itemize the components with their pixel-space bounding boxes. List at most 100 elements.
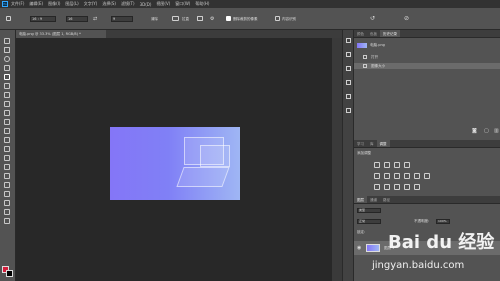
blend-mode-select[interactable]: 正常 (357, 219, 381, 224)
blur-tool-icon[interactable] (4, 146, 10, 152)
content-aware-label: 内容识别 (282, 17, 296, 21)
background-color-swatch[interactable] (6, 270, 13, 277)
selective-color-icon[interactable] (404, 184, 410, 190)
menu-3d[interactable]: 3D(D) (140, 2, 152, 7)
curves-icon[interactable] (394, 162, 400, 168)
properties-icon[interactable] (346, 80, 351, 85)
adjust-tabs: 学习 库 调整 (354, 140, 500, 148)
visibility-eye-icon[interactable]: ◉ (357, 245, 361, 251)
menu-filter[interactable]: 滤镜(T) (121, 1, 135, 7)
history-step-image-size[interactable]: 图像大小 (354, 63, 500, 69)
gradient-map-icon[interactable] (414, 184, 420, 190)
black-white-icon[interactable] (404, 173, 410, 179)
lock-label: 锁定: (357, 230, 366, 234)
canvas-scrollbar[interactable] (332, 38, 342, 281)
document-tab[interactable]: 电脑.png @ 33.3% (图层 1, RGB/8) * (16, 30, 106, 38)
shape-tool-icon[interactable] (4, 191, 10, 197)
layout-icon[interactable] (346, 52, 351, 57)
straighten-icon[interactable] (172, 16, 179, 21)
delete-pixels-checkbox[interactable] (226, 16, 231, 21)
magic-wand-tool-icon[interactable] (4, 65, 10, 71)
opacity-field[interactable]: 100% (436, 219, 450, 224)
paragraph-icon[interactable] (346, 108, 351, 113)
width-field[interactable]: 16 (66, 16, 88, 22)
history-brush-tool-icon[interactable] (4, 119, 10, 125)
history-tabs: 颜色 色板 历史记录 (354, 30, 500, 38)
new-snapshot-icon[interactable]: ▢ (484, 128, 489, 134)
exposure-icon[interactable] (404, 162, 410, 168)
hue-saturation-icon[interactable] (384, 173, 390, 179)
menu-image[interactable]: 图像(I) (48, 1, 60, 7)
vibrance-icon[interactable] (374, 173, 380, 179)
tab-color[interactable]: 颜色 (354, 30, 367, 37)
trash-icon[interactable]: ▥ (494, 128, 499, 134)
posterize-icon[interactable] (384, 184, 390, 190)
history-step-label: 打开 (371, 55, 379, 59)
layer-kind-filter[interactable]: 类型 (357, 208, 381, 213)
pen-tool-icon[interactable] (4, 164, 10, 170)
history-step-open[interactable]: 打开 (354, 54, 500, 60)
history-snapshot[interactable]: 电脑.png (354, 42, 500, 48)
play-icon[interactable] (346, 38, 351, 43)
channel-mixer-icon[interactable] (424, 173, 430, 179)
menu-edit[interactable]: 编辑(E) (29, 1, 43, 7)
menu-type[interactable]: 文字(Y) (84, 1, 98, 7)
height-field[interactable]: 9 (111, 16, 133, 22)
levels-icon[interactable] (384, 162, 390, 168)
menu-layer[interactable]: 图层(L) (65, 1, 78, 7)
clear-button[interactable]: 清除 (151, 16, 158, 22)
zoom-tool-icon[interactable] (4, 209, 10, 215)
tools-panel (0, 30, 16, 281)
content-aware-checkbox[interactable] (275, 16, 280, 21)
character-icon[interactable] (346, 94, 351, 99)
menu-window[interactable]: 窗口(W) (175, 1, 190, 7)
document-tab-bar: 电脑.png @ 33.3% (图层 1, RGB/8) * (16, 30, 342, 38)
crop-tool-icon[interactable] (6, 16, 11, 21)
invert-icon[interactable] (374, 184, 380, 190)
grid-overlay-icon[interactable] (197, 16, 203, 21)
move-tool-icon[interactable] (4, 38, 10, 44)
cancel-icon[interactable]: ⊘ (404, 16, 409, 22)
photo-filter-icon[interactable] (414, 173, 420, 179)
tab-paths[interactable]: 路径 (380, 196, 393, 203)
marquee-tool-icon[interactable] (4, 47, 10, 53)
camera-icon[interactable]: ◙ (472, 128, 477, 134)
baidu-watermark-logo: Bai du 经验 (388, 232, 495, 253)
healing-brush-tool-icon[interactable] (4, 92, 10, 98)
menu-help[interactable]: 帮助(H) (195, 1, 209, 7)
type-tool-icon[interactable] (4, 173, 10, 179)
swap-icon[interactable]: ⇄ (93, 16, 97, 22)
color-balance-icon[interactable] (394, 173, 400, 179)
gradient-tool-icon[interactable] (4, 137, 10, 143)
history-step-icon (363, 64, 367, 68)
tab-swatches[interactable]: 色板 (367, 30, 380, 37)
add-adjustment-label: 添加调整 (357, 151, 371, 155)
eyedropper-tool-icon[interactable] (4, 83, 10, 89)
hand-tool-icon[interactable] (4, 200, 10, 206)
dodge-tool-icon[interactable] (4, 155, 10, 161)
tab-adjustments[interactable]: 调整 (376, 140, 390, 147)
brightness-icon[interactable] (374, 162, 380, 168)
path-selection-tool-icon[interactable] (4, 182, 10, 188)
brush-tool-icon[interactable] (4, 101, 10, 107)
tab-layers[interactable]: 图层 (354, 196, 367, 203)
menu-file[interactable]: 文件(F) (11, 1, 24, 7)
ratio-select[interactable]: 16 : 9 (30, 16, 56, 22)
crop-tool-icon-active[interactable] (4, 74, 10, 80)
gear-icon[interactable]: ⚙ (210, 16, 214, 22)
menu-select[interactable]: 选择(S) (102, 1, 116, 7)
lasso-tool-icon[interactable] (4, 56, 10, 62)
eraser-tool-icon[interactable] (4, 128, 10, 134)
tab-learn[interactable]: 学习 (354, 140, 367, 147)
tab-libraries[interactable]: 库 (367, 140, 377, 147)
reset-icon[interactable]: ↺ (370, 16, 375, 22)
tab-channels[interactable]: 通道 (367, 196, 380, 203)
threshold-icon[interactable] (394, 184, 400, 190)
canvas-image[interactable] (110, 127, 240, 200)
tab-history[interactable]: 历史记录 (380, 30, 400, 37)
clone-stamp-tool-icon[interactable] (4, 110, 10, 116)
edit-toolbar-icon[interactable] (4, 218, 10, 224)
straighten-label[interactable]: 拉直 (182, 16, 189, 22)
brush-settings-icon[interactable] (346, 66, 351, 71)
menu-view[interactable]: 视图(V) (156, 1, 170, 7)
